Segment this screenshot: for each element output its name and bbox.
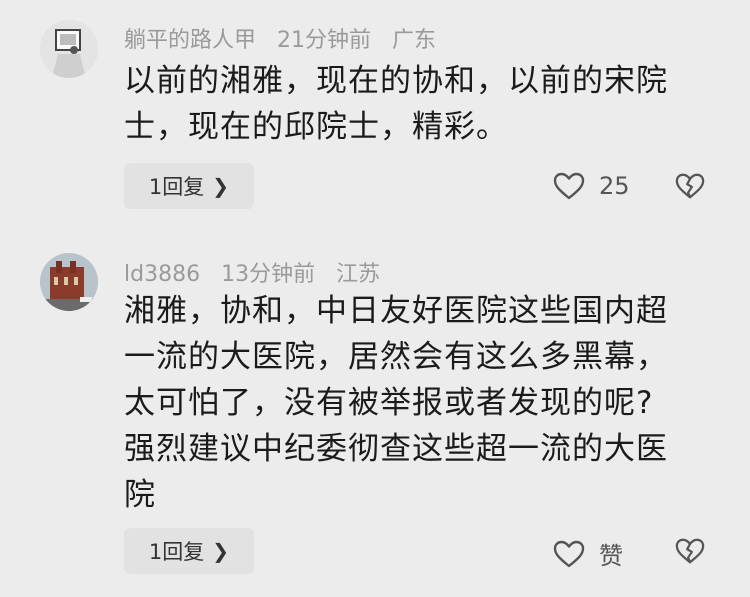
avatar[interactable] [40, 253, 98, 311]
comment-text-line: 湘雅，协和，中日友好医院这些国内超 [124, 293, 668, 329]
comment-text-line: 士，现在的邱院士，精彩。 [124, 109, 508, 145]
reply-label: 1回复 [148, 175, 205, 199]
dislike-button[interactable] [675, 171, 705, 205]
comment-meta: 躺平的路人甲 21分钟前 广东 [124, 22, 450, 54]
username[interactable]: 躺平的路人甲 [124, 28, 256, 53]
comment-text-line: 强烈建议中纪委彻查这些超一流的大医 [124, 431, 668, 467]
reply-button[interactable]: 1回复 ❯ [124, 528, 254, 574]
username[interactable]: ld3886 [124, 262, 200, 287]
comment-text-line: 院 [124, 477, 156, 513]
heart-outline-icon [553, 172, 585, 200]
heart-outline-icon [553, 540, 585, 567]
location: 广东 [392, 28, 437, 53]
like-button[interactable]: 赞 [553, 536, 623, 571]
dislike-button[interactable] [675, 536, 705, 570]
chevron-right-icon: ❯ [212, 174, 230, 198]
like-button[interactable]: 25 [553, 171, 630, 201]
comment-text: 以前的湘雅，现在的协和，以前的宋院 士，现在的邱院士，精彩。 [124, 58, 714, 150]
location: 江苏 [336, 262, 381, 287]
comment-text-line: 一流的大医院，居然会有这么多黑幕， [124, 339, 668, 375]
comment-text: 湘雅，协和，中日友好医院这些国内超 一流的大医院，居然会有这么多黑幕， 太可怕了… [124, 288, 714, 518]
reply-label: 1回复 [148, 540, 205, 564]
broken-heart-icon [675, 538, 705, 564]
broken-heart-icon [675, 173, 705, 199]
comment-meta: ld3886 13分钟前 江苏 [124, 256, 394, 288]
like-count: 25 [599, 172, 630, 200]
like-label: 赞 [599, 542, 623, 570]
reply-button[interactable]: 1回复 ❯ [124, 163, 254, 209]
timestamp: 13分钟前 [221, 262, 316, 287]
avatar[interactable] [40, 20, 98, 78]
comment-text-line: 以前的湘雅，现在的协和，以前的宋院 [124, 63, 668, 99]
comment-text-line: 太可怕了，没有被举报或者发现的呢? [124, 385, 654, 421]
chevron-right-icon: ❯ [212, 539, 230, 563]
timestamp: 21分钟前 [277, 28, 372, 53]
